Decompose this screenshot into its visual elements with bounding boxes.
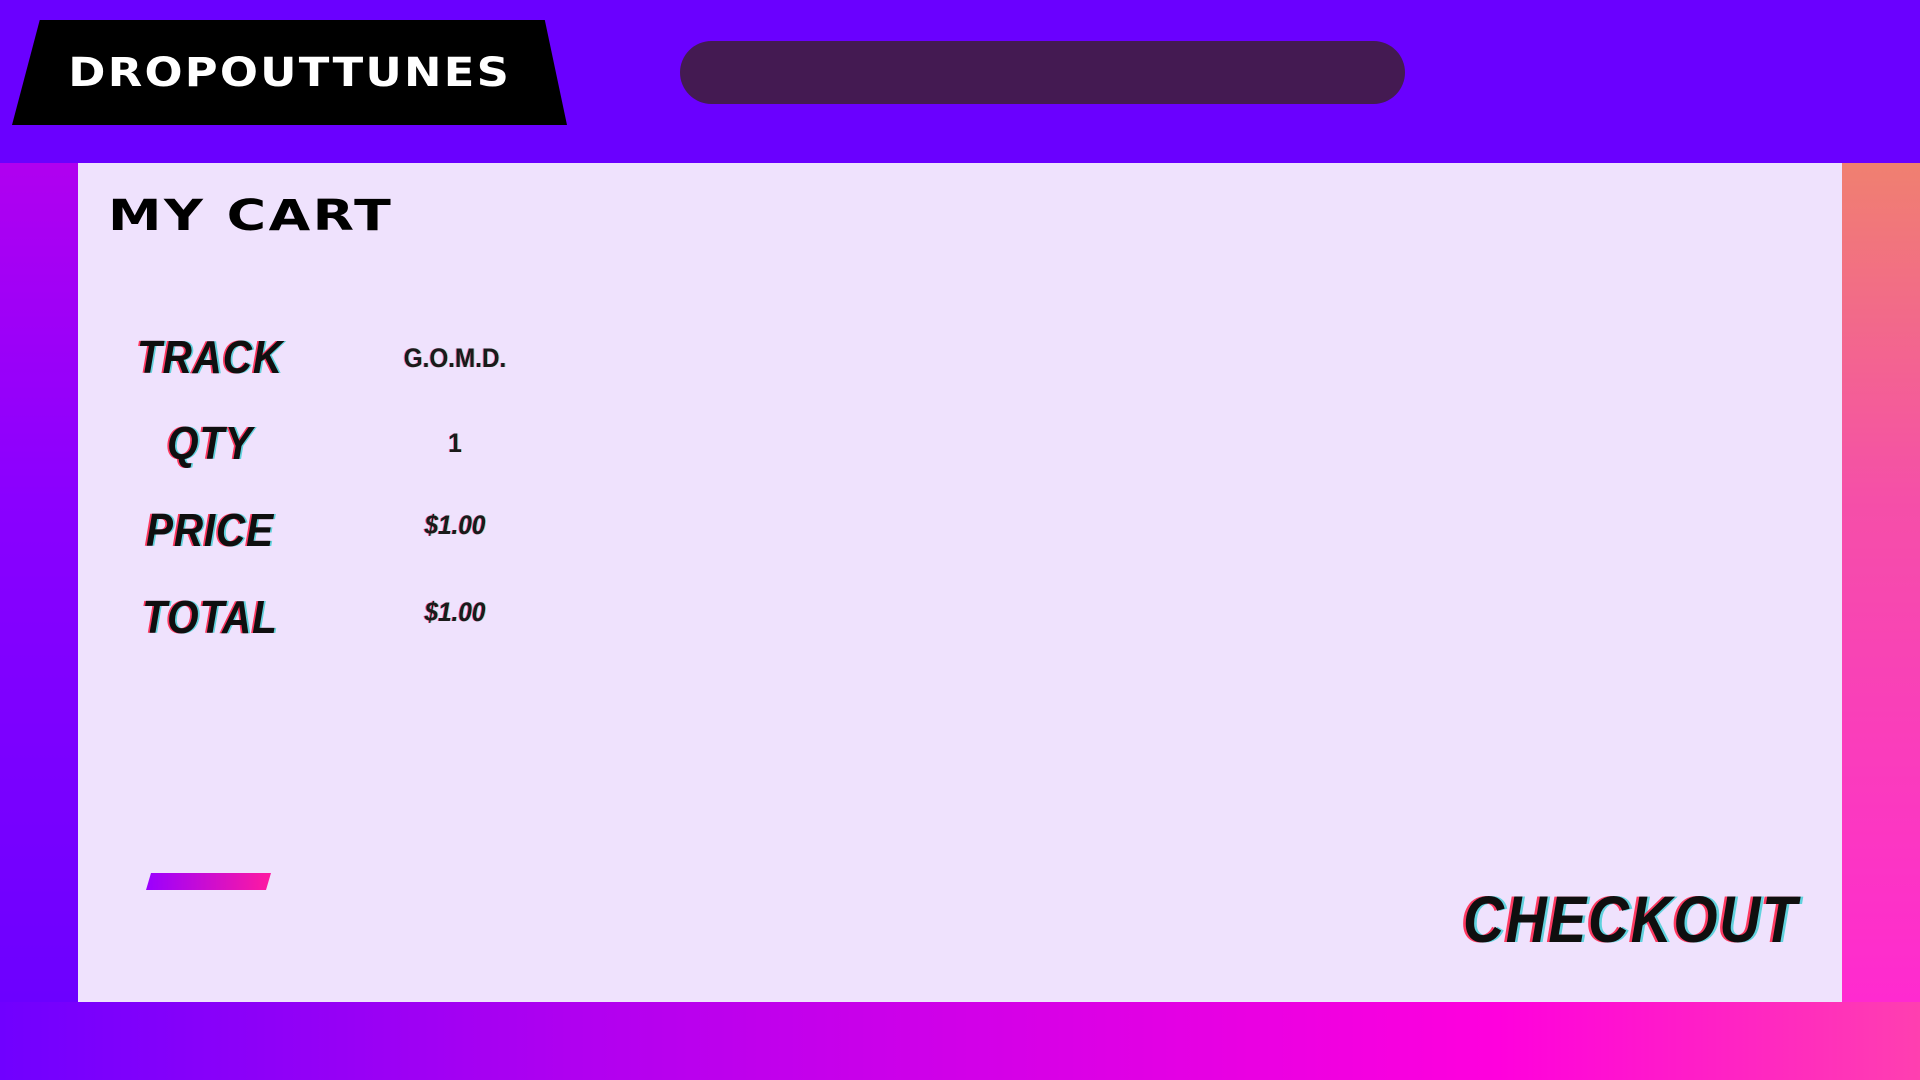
total-value: $1.00 (424, 597, 486, 627)
gradient-border-left (0, 163, 78, 1003)
accent-divider (146, 873, 271, 890)
checkout-button[interactable]: CHECKOUT (1463, 881, 1798, 957)
price-value: $1.00 (424, 510, 486, 540)
gradient-border-right (1842, 163, 1920, 1003)
page-title: MY CART (108, 191, 394, 241)
logo-text: DROPOUTTUNES (68, 49, 511, 96)
search-input[interactable] (680, 41, 1405, 104)
gradient-border-bottom (0, 1002, 1920, 1080)
track-label: TRACK (136, 331, 284, 383)
site-logo[interactable]: DROPOUTTUNES (12, 20, 567, 125)
track-value: G.O.M.D. (403, 343, 507, 373)
qty-label: QTY (167, 417, 253, 469)
price-label: PRICE (145, 504, 275, 556)
top-bar: DROPOUTTUNES (0, 0, 1920, 163)
total-label: TOTAL (142, 591, 278, 643)
cart-panel: MY CART TRACK G.O.M.D. QTY 1 PRICE $1.00… (78, 163, 1842, 1002)
qty-value: 1 (448, 428, 462, 458)
